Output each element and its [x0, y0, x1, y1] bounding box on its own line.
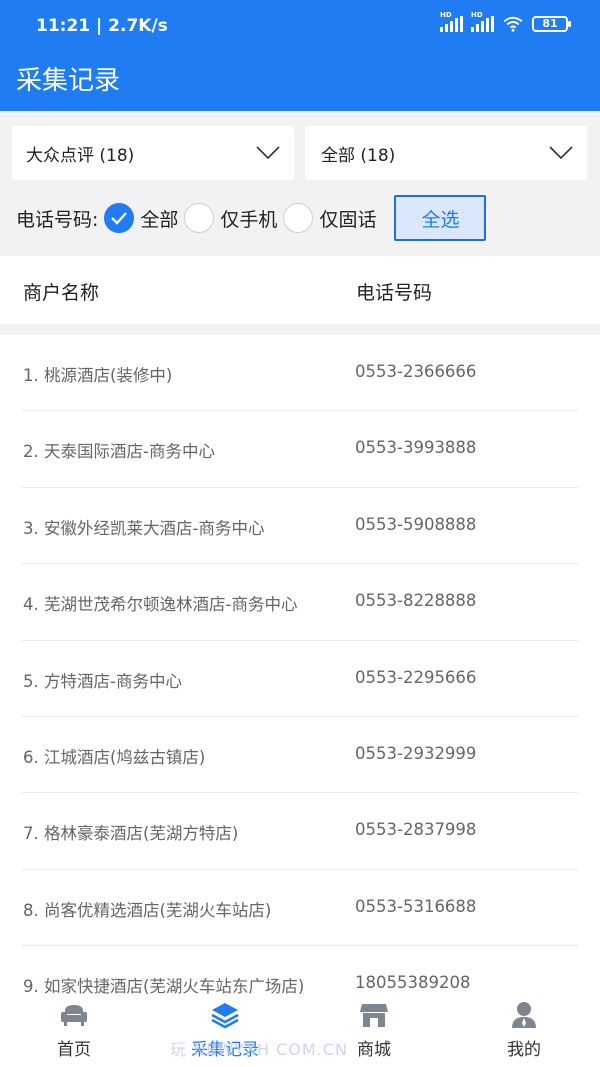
- status-icons: HD HD 81: [440, 11, 571, 32]
- table-header: 商户名称 电话号码: [0, 256, 600, 324]
- column-header-phone: 电话号码: [356, 282, 433, 304]
- table-row[interactable]: 7. 格林豪泰酒店(芜湖方特店) 0553-2837998: [0, 793, 600, 870]
- merchant-name: 4. 芜湖世茂希尔顿逸林酒店-商务中心: [23, 595, 298, 615]
- merchant-phone: 0553-3993888: [355, 438, 477, 458]
- user-icon: [512, 1002, 536, 1028]
- radio-mobile-only[interactable]: [184, 203, 215, 233]
- table-row[interactable]: 1. 桃源酒店(装修中) 0553-2366666: [0, 335, 600, 412]
- table-row[interactable]: 3. 安徽外经凯莱大酒店-商务中心 0553-5908888: [0, 488, 600, 565]
- signal-icon: HD: [440, 11, 463, 32]
- battery-icon: 81: [532, 16, 571, 32]
- page-title: 采集记录: [16, 66, 121, 96]
- merchant-phone: 0553-2366666: [355, 362, 477, 381]
- phone-filter-row: 电话号码: 全部 仅手机 仅固话 全选: [16, 194, 487, 242]
- merchant-phone: 0553-8228888: [355, 591, 477, 611]
- chevron-down-icon: [549, 146, 573, 160]
- sofa-icon: [61, 1005, 87, 1026]
- column-header-name: 商户名称: [23, 282, 100, 304]
- source-select[interactable]: 大众点评 (18): [12, 126, 294, 180]
- merchant-name: 8. 尚客优精选酒店(芜湖火车站店): [23, 900, 272, 920]
- table-row[interactable]: 8. 尚客优精选酒店(芜湖火车站店) 0553-5316688: [0, 870, 600, 947]
- source-select-value: 大众点评 (18): [26, 145, 135, 166]
- merchant-phone: 0553-2295666: [355, 667, 477, 687]
- merchant-phone: 0553-2932999: [355, 743, 477, 763]
- status-time: 11:21 | 2.7K/s: [36, 16, 168, 36]
- merchant-phone: 18055389208: [355, 973, 471, 993]
- merchant-name: 2. 天泰国际酒店-商务中心: [23, 442, 215, 462]
- table-row[interactable]: 4. 芜湖世茂希尔顿逸林酒店-商务中心 0553-8228888: [0, 564, 600, 641]
- category-select-value: 全部 (18): [321, 145, 396, 166]
- merchant-phone: 0553-5908888: [355, 514, 477, 534]
- table-row[interactable]: 6. 江城酒店(鸠兹古镇店) 0553-2932999: [0, 717, 600, 794]
- merchant-name: 5. 方特酒店-商务中心: [23, 671, 182, 691]
- option-all-label: 全部: [140, 208, 179, 231]
- table-row[interactable]: 2. 天泰国际酒店-商务中心 0553-3993888: [0, 411, 600, 488]
- option-mobile-label: 仅手机: [220, 208, 278, 231]
- chevron-down-icon: [256, 146, 280, 160]
- category-select[interactable]: 全部 (18): [305, 126, 587, 180]
- tab-store-label: 商城: [357, 1040, 391, 1060]
- table-row[interactable]: 5. 方特酒店-商务中心 0553-2295666: [0, 641, 600, 717]
- radio-landline-only[interactable]: [283, 203, 314, 233]
- phone-filter-label: 电话号码:: [16, 208, 99, 231]
- divider: [0, 324, 600, 335]
- tab-home-label: 首页: [57, 1040, 91, 1060]
- tab-mine[interactable]: 我的: [464, 1001, 584, 1060]
- tab-mine-label: 我的: [507, 1040, 541, 1060]
- app-header: 11:21 | 2.7K/s HD HD 81 采集记录: [0, 0, 600, 111]
- merchant-name: 3. 安徽外经凯莱大酒店-商务中心: [23, 518, 265, 538]
- watermark: 玩 NBWYXH COM.CN: [170, 1040, 348, 1059]
- tab-home[interactable]: 首页: [14, 1001, 134, 1060]
- merchant-name: 7. 格林豪泰酒店(芜湖方特店): [23, 824, 239, 844]
- select-all-button[interactable]: 全选: [394, 195, 487, 241]
- merchant-list: 1. 桃源酒店(装修中) 0553-2366666 2. 天泰国际酒店-商务中心 0…: [0, 335, 600, 1023]
- layers-icon: [211, 1003, 239, 1029]
- option-landline-label: 仅固话: [319, 208, 377, 231]
- merchant-name: 9. 如家快捷酒店(芜湖火车站东广场店): [23, 977, 305, 997]
- store-icon: [360, 1004, 388, 1027]
- merchant-phone: 0553-5316688: [355, 896, 477, 916]
- wifi-icon: [503, 16, 523, 32]
- merchant-name: 1. 桃源酒店(装修中): [23, 366, 173, 385]
- merchant-name: 6. 江城酒店(鸠兹古镇店): [23, 747, 206, 767]
- merchant-phone: 0553-2837998: [355, 820, 477, 840]
- radio-all[interactable]: [104, 203, 135, 233]
- check-icon: [111, 212, 128, 225]
- signal-icon-2: HD: [471, 11, 494, 32]
